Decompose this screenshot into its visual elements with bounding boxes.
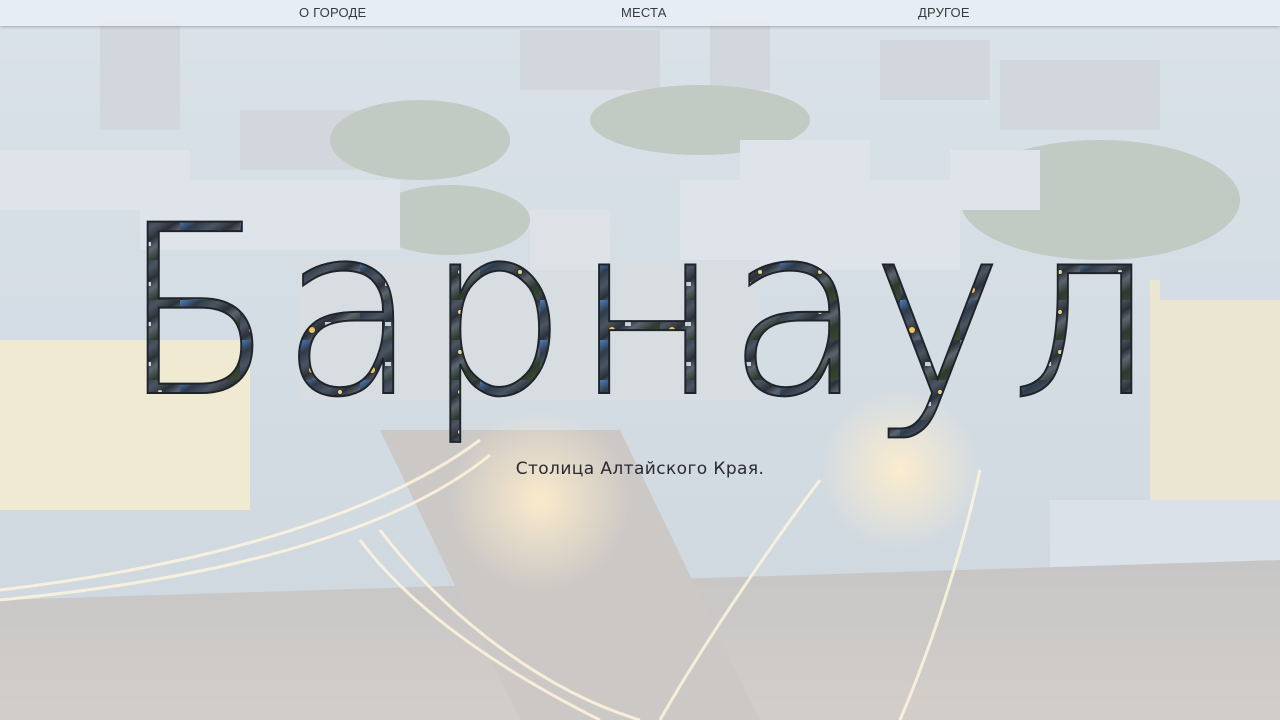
- hero-title-block: Барнаул: [0, 175, 1280, 470]
- hero-subtitle: Столица Алтайского Края.: [515, 459, 765, 479]
- nav-item-places[interactable]: МЕСТА: [621, 4, 667, 22]
- hero-title: Барнаул: [120, 180, 1160, 449]
- nav-item-about-city[interactable]: О ГОРОДЕ: [299, 4, 366, 22]
- top-navigation: О ГОРОДЕ МЕСТА ДРУГОЕ: [0, 0, 1280, 26]
- nav-item-other[interactable]: ДРУГОЕ: [918, 4, 970, 22]
